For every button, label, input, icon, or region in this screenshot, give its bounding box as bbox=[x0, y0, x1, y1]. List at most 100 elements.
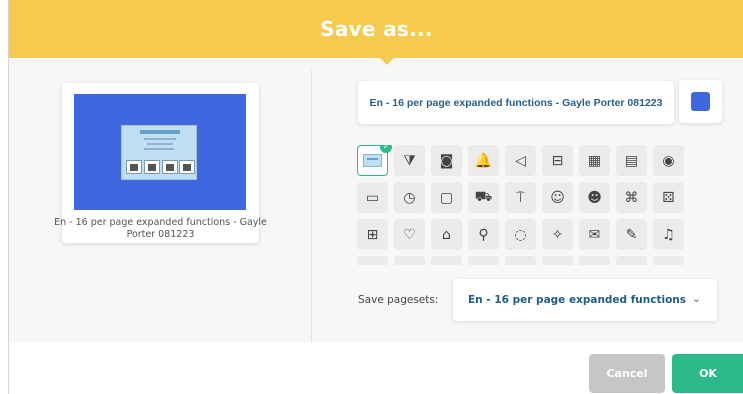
check-icon: ✓ bbox=[380, 145, 392, 153]
selected-color-swatch bbox=[691, 92, 710, 111]
briefcase-icon[interactable]: ⊟ bbox=[542, 145, 573, 176]
clock-icon-glyph: ◷ bbox=[403, 189, 416, 206]
signpost-icon[interactable]: ⍑ bbox=[505, 182, 536, 213]
home-icon-glyph: ⌂ bbox=[442, 226, 451, 243]
partial-icon-5-glyph: ◠ bbox=[514, 264, 526, 266]
gift-icon-glyph: ⊞ bbox=[366, 226, 379, 243]
icon-grid: ✓ ⧩ ◙ 🔔 ◁ ⊟ ▦ ▤ ◉ ▭ ◷ ▢ ⛟ ⍑ ☺ ☻ ⌘ ⚄ ⊞ ♡ ⌂ ⚲ ◌ ✧ ✉ ✎ ♫ ◠ ◠ ◠ ◠ ◠ ◠ ◠ ◠ ◠ bbox=[357, 145, 697, 265]
dialog-header: Save as... bbox=[9, 0, 743, 58]
gamepad-icon[interactable]: ⌘ bbox=[616, 182, 647, 213]
pen-icon-glyph: ✎ bbox=[625, 226, 638, 243]
save-as-dialog: Save as... En - 16 per page expanded fun… bbox=[8, 0, 743, 394]
thumb-line bbox=[144, 148, 174, 150]
mail-icon-glyph: ✉ bbox=[588, 226, 601, 243]
partial-icon-4-glyph: ◠ bbox=[477, 264, 489, 266]
header-notch bbox=[380, 58, 394, 65]
camera-icon-glyph: ◉ bbox=[662, 152, 675, 169]
wrench-icon[interactable]: ⚲ bbox=[468, 219, 499, 250]
partial-icon-2[interactable]: ◠ bbox=[394, 256, 425, 265]
gift-icon[interactable]: ⊞ bbox=[357, 219, 388, 250]
lightbulb-icon[interactable]: ◌ bbox=[505, 219, 536, 250]
color-picker-button[interactable] bbox=[679, 80, 722, 123]
speech-bubble-icon[interactable]: ▢ bbox=[431, 182, 462, 213]
partial-icon-8-glyph: ◠ bbox=[625, 264, 637, 266]
pagesets-value: En - 16 per page expanded functions bbox=[468, 294, 687, 306]
happy-face-icon-glyph: ☻ bbox=[587, 189, 602, 206]
brain-icon[interactable]: ⧩ bbox=[394, 145, 425, 176]
partial-icon-3[interactable]: ◠ bbox=[431, 256, 462, 265]
lightbulb-icon-glyph: ◌ bbox=[514, 226, 527, 243]
clock-icon[interactable]: ◷ bbox=[394, 182, 425, 213]
calculator-icon[interactable]: ▦ bbox=[579, 145, 610, 176]
dice-icon-glyph: ⚄ bbox=[662, 189, 675, 206]
wrench-icon-glyph: ⚲ bbox=[478, 226, 489, 243]
truck-icon-glyph: ⛟ bbox=[474, 188, 493, 205]
heart-icon[interactable]: ♡ bbox=[394, 219, 425, 250]
chevron-down-icon: ⌄ bbox=[691, 292, 701, 305]
heart-icon-glyph: ♡ bbox=[403, 226, 416, 243]
thumb-cell bbox=[162, 160, 178, 174]
calendar-icon-glyph: ▤ bbox=[624, 152, 639, 169]
spiral-icon-glyph: ◙ bbox=[439, 152, 454, 169]
preview-card: En - 16 per page expanded functions - Ga… bbox=[54, 83, 267, 243]
thumb-line bbox=[144, 138, 176, 140]
signpost-icon-glyph: ⍑ bbox=[516, 189, 525, 206]
gamepad-icon-glyph: ⌘ bbox=[624, 189, 639, 206]
preview-panel: En - 16 per page expanded functions - Ga… bbox=[9, 70, 312, 342]
partial-icon-8[interactable]: ◠ bbox=[616, 256, 647, 265]
magic-wand-icon-glyph: ✧ bbox=[551, 226, 564, 243]
brain-icon-glyph: ⧩ bbox=[403, 152, 416, 169]
bell-icon[interactable]: 🔔 bbox=[468, 145, 499, 176]
music-note-icon-glyph: ♫ bbox=[662, 226, 675, 243]
current-board-thumbnail[interactable]: ✓ bbox=[357, 145, 392, 176]
dice-icon[interactable]: ⚄ bbox=[653, 182, 684, 213]
thumb-cell bbox=[126, 160, 142, 174]
board-thumbnail bbox=[121, 125, 197, 180]
speech-bubble-icon-glyph: ▢ bbox=[439, 189, 454, 206]
partial-icon-5[interactable]: ◠ bbox=[505, 256, 536, 265]
board-name-input[interactable] bbox=[358, 81, 674, 124]
home-icon[interactable]: ⌂ bbox=[431, 219, 462, 250]
chat-bubbles-icon[interactable]: ▭ bbox=[357, 182, 388, 213]
smiley-icon[interactable]: ☺ bbox=[542, 182, 573, 213]
spiral-icon[interactable]: ◙ bbox=[431, 145, 462, 176]
calendar-icon[interactable]: ▤ bbox=[616, 145, 647, 176]
bell-icon-glyph: 🔔 bbox=[474, 152, 493, 169]
calculator-icon-glyph: ▦ bbox=[587, 152, 602, 169]
partial-icon-7-glyph: ◠ bbox=[588, 264, 600, 266]
dialog-title: Save as... bbox=[320, 17, 433, 41]
mail-icon[interactable]: ✉ bbox=[579, 219, 610, 250]
partial-icon-1-glyph: ◠ bbox=[366, 264, 378, 266]
partial-icon-6[interactable]: ◠ bbox=[542, 256, 573, 265]
partial-icon-2-glyph: ◠ bbox=[403, 264, 415, 266]
pen-icon[interactable]: ✎ bbox=[616, 219, 647, 250]
cancel-button[interactable]: Cancel bbox=[589, 354, 665, 393]
chat-bubbles-icon-glyph: ▭ bbox=[365, 189, 380, 206]
pagesets-label: Save pagesets: bbox=[358, 294, 439, 306]
partial-icon-9[interactable]: ◠ bbox=[653, 256, 684, 265]
megaphone-icon-glyph: ◁ bbox=[515, 152, 526, 169]
thumb-cell bbox=[179, 160, 195, 174]
dialog-footer: Cancel OK bbox=[9, 342, 743, 394]
magic-wand-icon[interactable]: ✧ bbox=[542, 219, 573, 250]
partial-icon-6-glyph: ◠ bbox=[551, 264, 563, 266]
partial-icon-4[interactable]: ◠ bbox=[468, 256, 499, 265]
preview-board-name: En - 16 per page expanded functions - Ga… bbox=[54, 217, 267, 240]
partial-icon-9-glyph: ◠ bbox=[662, 264, 674, 266]
thumb-cell bbox=[144, 160, 160, 174]
thumb-line bbox=[147, 143, 173, 145]
partial-icon-1[interactable]: ◠ bbox=[357, 256, 388, 265]
megaphone-icon[interactable]: ◁ bbox=[505, 145, 536, 176]
thumb-header-bar bbox=[140, 130, 180, 134]
board-thumbnail-icon bbox=[363, 154, 382, 167]
briefcase-icon-glyph: ⊟ bbox=[551, 152, 564, 169]
board-preview-image bbox=[74, 94, 246, 210]
pagesets-select[interactable]: En - 16 per page expanded functions ⌄ bbox=[453, 279, 717, 321]
camera-icon[interactable]: ◉ bbox=[653, 145, 684, 176]
ok-button[interactable]: OK bbox=[672, 354, 743, 393]
truck-icon[interactable]: ⛟ bbox=[468, 182, 499, 213]
smiley-icon-glyph: ☺ bbox=[550, 189, 565, 206]
happy-face-icon[interactable]: ☻ bbox=[579, 182, 610, 213]
partial-icon-7[interactable]: ◠ bbox=[579, 256, 610, 265]
music-note-icon[interactable]: ♫ bbox=[653, 219, 684, 250]
